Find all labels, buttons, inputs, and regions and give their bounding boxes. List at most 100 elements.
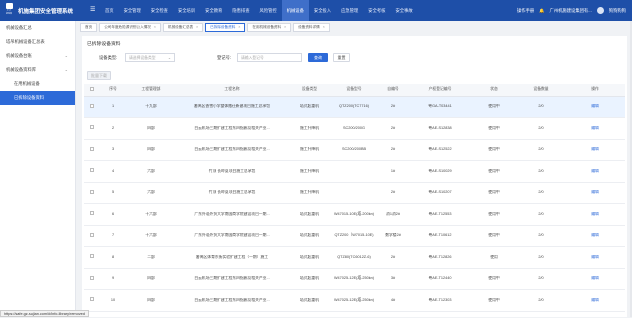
nav-item[interactable]: 隐患排查 [227, 0, 254, 21]
manual-link[interactable]: 操作手册 [517, 8, 534, 14]
edit-link[interactable]: 编辑 [567, 169, 623, 174]
table-row[interactable]: 8二部番禺区体育东街实验扩建工程（一期）施工塔式起重机QTZ80(TC6012Z… [84, 247, 625, 269]
nav-item[interactable]: 风险管控 [255, 0, 282, 21]
cell-text: 9 [102, 276, 124, 281]
cell-qty: 2/0 [517, 247, 565, 269]
cell-code: 数学楼2# [377, 225, 409, 247]
cell-text: 番禺区香雪小学整体搬迁新建项目施工总承包 [178, 104, 286, 109]
sidebar-item[interactable]: 机械设备汇总 [0, 21, 75, 35]
app-logo[interactable]: 户 户 机电科 [2, 3, 16, 17]
cell-type: 施工升降机 [288, 161, 331, 183]
menu-toggle-icon[interactable]: ☰ [90, 7, 95, 13]
sidebar-item[interactable]: 已拆除设备资料 [0, 91, 75, 105]
tab-label: 公司年度危险源识别公入情况 [104, 23, 151, 32]
batch-download-button[interactable]: 批量下载 [87, 71, 111, 80]
cell-text: 塔式起重机 [290, 298, 329, 303]
close-icon[interactable]: × [238, 23, 240, 32]
close-icon[interactable]: × [196, 23, 198, 32]
device-type-select[interactable]: 请选择设备类型 ⌄ [125, 53, 175, 62]
nav-item[interactable]: 安全培训 [173, 0, 200, 21]
nav-item[interactable]: 安全教育 [200, 0, 227, 21]
sidebar-item[interactable]: 机械设备台账⌄ [0, 49, 75, 63]
cell-no: 2 [100, 118, 126, 140]
reg-number-input[interactable]: 请输入登记号 [237, 53, 302, 62]
edit-link[interactable]: 编辑 [567, 147, 623, 152]
cell-text: 施工升降机 [290, 147, 329, 152]
cell-text: 粤AE-S12838 [411, 126, 469, 131]
sidebar-item-label: 机械设备汇总 [6, 25, 32, 30]
nav-item[interactable]: 安全投入 [309, 0, 336, 21]
row-checkbox[interactable] [90, 125, 94, 129]
query-button[interactable]: 查询 [308, 53, 328, 62]
row-checkbox[interactable] [90, 211, 94, 215]
close-icon[interactable]: × [284, 23, 286, 32]
row-checkbox[interactable] [90, 190, 94, 194]
edit-link[interactable]: 编辑 [567, 190, 623, 195]
sidebar-item[interactable]: 在用机械设备 [0, 77, 75, 91]
table-row[interactable]: 2四部白云机场三期扩建工程东四指廊及相关产业...施工升降机SC200/200G… [84, 118, 625, 140]
sidebar-item-label: 机械设备资料库 [6, 67, 36, 72]
edit-link[interactable]: 编辑 [567, 233, 623, 238]
type-label: 设备类型: [99, 55, 117, 61]
row-checkbox[interactable] [90, 168, 94, 172]
notification-bell-icon[interactable]: 🔔 [539, 8, 544, 14]
cell-text: 3 [102, 147, 124, 152]
close-icon[interactable]: × [323, 23, 325, 32]
reset-button[interactable]: 重置 [333, 53, 350, 62]
row-checkbox-cell [84, 96, 100, 118]
row-checkbox[interactable] [90, 104, 94, 108]
nav-item[interactable]: 安全事故 [390, 0, 417, 21]
sidebar-item[interactable]: 塔吊机械设备汇总表 [0, 35, 75, 49]
row-checkbox[interactable] [90, 297, 94, 301]
nav-item[interactable]: 安全检查 [146, 0, 173, 21]
tab[interactable]: 首页 [80, 23, 97, 32]
cell-status: 使用中 [471, 204, 517, 226]
tab[interactable]: 在用机械设备资料× [247, 23, 291, 32]
cell-model: QTZ80(TC6012Z-6) [331, 247, 377, 269]
cell-code: 2# [377, 139, 409, 161]
tab[interactable]: 机械设备汇总表× [163, 23, 203, 32]
nav-item[interactable]: 安全考核 [363, 0, 390, 21]
tab[interactable]: 已拆除设备资料× [205, 23, 245, 32]
sidebar-item[interactable]: 机械设备资料库⌄ [0, 63, 75, 77]
column-header[interactable] [84, 84, 100, 96]
edit-link[interactable]: 编辑 [567, 276, 623, 281]
tab[interactable]: 公司年度危险源识别公入情况× [99, 23, 161, 32]
edit-link[interactable]: 编辑 [567, 298, 623, 303]
nav-item[interactable]: 机械设备 [282, 0, 309, 21]
table-row[interactable]: 4六部竹顶 长岭夏项目施工总承包施工升降机1#粤AE-S10029使用中2/0编… [84, 161, 625, 183]
sidebar-item-label: 已拆除设备资料 [14, 95, 44, 100]
edit-link[interactable]: 编辑 [567, 126, 623, 131]
org-selector[interactable]: 广州机施建设集团有... [550, 8, 592, 14]
row-checkbox[interactable] [90, 254, 94, 258]
cell-project: 番禺区香雪小学整体搬迁新建项目施工总承包 [176, 96, 288, 118]
cell-action: 编辑 [565, 268, 625, 290]
table-row[interactable]: 9四部白云机场三期扩建工程东四指廊及相关产业...塔式起重机W47025-12E… [84, 268, 625, 290]
row-checkbox[interactable] [90, 147, 94, 151]
nav-item[interactable]: 首页 [100, 0, 119, 21]
cell-text: 消1消2# [379, 212, 407, 217]
cell-text: 2 [102, 126, 124, 131]
filter-bar: 设备类型: 请选择设备类型 ⌄ 登记号: 请输入登记号 查询 重置 [82, 53, 627, 63]
nav-item[interactable]: 应急管理 [336, 0, 363, 21]
row-checkbox[interactable] [90, 233, 94, 237]
nav-item[interactable]: 安全管理 [119, 0, 146, 21]
select-all-checkbox[interactable] [90, 87, 94, 91]
table-row[interactable]: 7十六部广东外语外贸大学南国商学院建设项目一期...塔式起重机QTZ200（W7… [84, 225, 625, 247]
table-row[interactable]: 6十六部广东外语外贸大学南国商学院建设项目一期...塔式起重机W47015-10… [84, 204, 625, 226]
edit-link[interactable]: 编辑 [567, 212, 623, 217]
close-icon[interactable]: × [154, 23, 156, 32]
cell-dept: 六部 [126, 161, 176, 183]
table-row[interactable]: 1十九部番禺区香雪小学整体搬迁新建项目施工总承包塔式起重机QTZ200(TC77… [84, 96, 625, 118]
table-row[interactable]: 10四部白云机场三期扩建工程东四指廊及相关产业...塔式起重机W47025-12… [84, 290, 625, 312]
table-row[interactable]: 3四部白云机场三期扩建工程东四指廊及相关产业...施工升降机SC200/200B… [84, 139, 625, 161]
edit-link[interactable]: 编辑 [567, 104, 623, 109]
tab[interactable]: 设备资料详情× [293, 23, 330, 32]
avatar[interactable] [597, 7, 604, 14]
row-checkbox-cell [84, 268, 100, 290]
table-row[interactable]: 5六部竹顶 长岭夏项目施工总承包施工升降机2#粤AE-S10207使用中2/0编… [84, 182, 625, 204]
edit-link[interactable]: 编辑 [567, 255, 623, 260]
cell-model [331, 182, 377, 204]
row-checkbox[interactable] [90, 276, 94, 280]
user-name[interactable]: 狗狗狗狗 [609, 8, 626, 14]
